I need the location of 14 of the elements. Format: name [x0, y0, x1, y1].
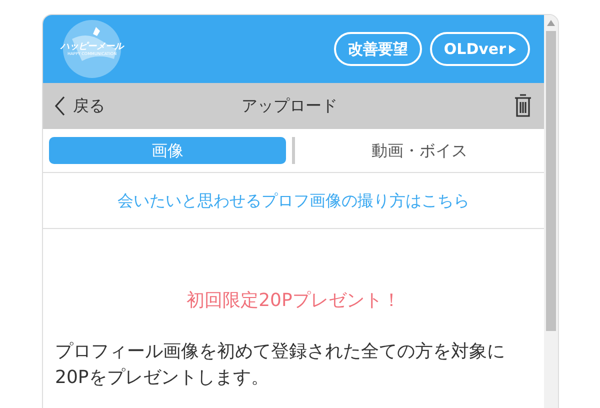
promo-title: 初回限定20Pプレゼント！ [186, 289, 402, 313]
back-link[interactable]: 戻る [55, 94, 105, 118]
page-title: アップロード [240, 95, 338, 117]
tab[interactable]: 画像 [49, 137, 286, 164]
scroll-up-icon[interactable] [547, 20, 555, 26]
promo-description: プロフィール画像を初めて登録された全ての方を対象に20Pをプレゼントします。 [54, 340, 506, 390]
header-button[interactable]: 改善要望 [334, 32, 422, 66]
header-button[interactable]: OLDver [430, 32, 530, 66]
trash-icon[interactable] [514, 94, 532, 118]
chevron-left-icon [55, 96, 65, 116]
scrollbar-thumb[interactable] [546, 31, 556, 331]
triangle-icon [509, 44, 516, 54]
logo-text: ハッピーメール [60, 42, 124, 52]
guide-link[interactable]: 会いたいと思わせるプロフ画像の撮り方はこちら [118, 188, 470, 212]
